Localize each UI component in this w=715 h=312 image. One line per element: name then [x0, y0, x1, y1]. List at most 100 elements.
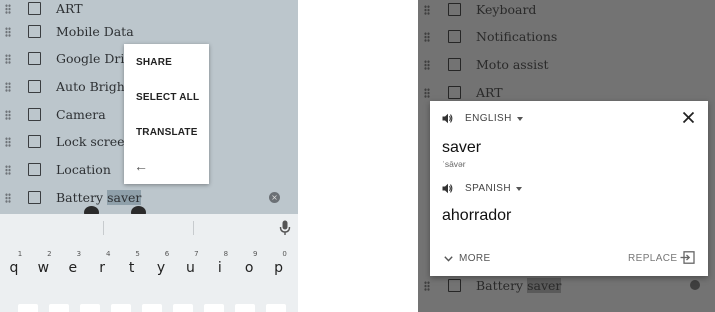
key-number-hint: 5: [135, 250, 140, 258]
list-item-label: ART: [476, 85, 503, 100]
chevron-down-icon: [515, 186, 522, 191]
key-q[interactable]: q: [4, 260, 24, 276]
key-u[interactable]: u: [180, 260, 200, 276]
suggestion-divider: [193, 221, 194, 235]
list-item[interactable]: Keyboard: [418, 0, 715, 23]
clear-icon[interactable]: [690, 280, 700, 290]
key-number-hint: 1: [17, 250, 23, 258]
key[interactable]: [173, 304, 193, 312]
source-language-selector[interactable]: ENGLISH: [442, 113, 523, 124]
list-item-battery-saver[interactable]: Battery saver: [418, 272, 715, 299]
translation-text: ahorrador: [442, 207, 512, 224]
replace-icon[interactable]: [680, 251, 695, 264]
drag-handle-icon[interactable]: [5, 165, 11, 175]
key-number-hint: 8: [223, 250, 229, 258]
drag-handle-icon[interactable]: [5, 82, 11, 92]
checkbox[interactable]: [28, 52, 41, 65]
list-item-label: Keyboard: [476, 2, 537, 17]
speaker-icon[interactable]: [442, 183, 453, 194]
list-item[interactable]: Notifications: [418, 23, 715, 50]
drag-handle-icon[interactable]: [424, 281, 430, 291]
list-item[interactable]: Moto assist: [418, 51, 715, 78]
selected-text[interactable]: saver: [107, 190, 142, 205]
key-w[interactable]: w: [33, 260, 53, 276]
key[interactable]: [18, 304, 38, 312]
text-selection-menu: SHARE SELECT ALL TRANSLATE ←: [124, 44, 209, 184]
drag-handle-icon[interactable]: [5, 27, 11, 37]
drag-handle-icon[interactable]: [424, 60, 430, 70]
drag-handle-icon[interactable]: [424, 32, 430, 42]
phonetic-text: ˈsāvər: [442, 159, 466, 169]
selected-text[interactable]: saver: [527, 278, 562, 293]
list-item[interactable]: Mobile Data: [0, 18, 298, 45]
key[interactable]: [235, 304, 255, 312]
drag-handle-icon[interactable]: [424, 5, 430, 15]
key-number-hint: 7: [194, 250, 199, 258]
key-number-hint: 3: [76, 250, 82, 258]
key[interactable]: [204, 304, 224, 312]
checkbox[interactable]: [28, 108, 41, 121]
drag-handle-icon[interactable]: [424, 88, 430, 98]
list-item-label: Lock screen: [56, 134, 133, 149]
key-e[interactable]: e: [63, 260, 83, 276]
list-item-battery-saver[interactable]: Battery saver: [0, 184, 298, 211]
key[interactable]: [111, 304, 131, 312]
drag-handle-icon[interactable]: [5, 54, 11, 64]
close-icon[interactable]: [682, 111, 695, 124]
more-label: MORE: [459, 253, 491, 264]
checkbox[interactable]: [448, 30, 461, 43]
key-number-hint: 4: [105, 250, 111, 258]
checkbox[interactable]: [28, 80, 41, 93]
key-p[interactable]: p: [269, 260, 289, 276]
target-language-label: SPANISH: [465, 183, 511, 194]
checkbox[interactable]: [28, 25, 41, 38]
list-item-label: Camera: [56, 107, 106, 122]
translate-card: ENGLISH saver ˈsāvər SPANISH ahorrador M…: [430, 101, 708, 276]
replace-button[interactable]: REPLACE: [628, 253, 678, 264]
list-item-label: Notifications: [476, 29, 558, 44]
left-screen: ART Mobile Data Google Drive Auto Brightn Ca…: [0, 0, 298, 312]
key-i[interactable]: i: [210, 260, 230, 276]
chevron-down-icon: [444, 255, 453, 262]
key[interactable]: [266, 304, 286, 312]
checkbox[interactable]: [28, 191, 41, 204]
key[interactable]: [80, 304, 100, 312]
key-number-hint: 2: [47, 250, 52, 258]
clear-icon[interactable]: ×: [269, 192, 280, 203]
list-item-label: ART: [56, 1, 83, 16]
menu-item-translate[interactable]: TRANSLATE: [136, 127, 198, 138]
drag-handle-icon[interactable]: [5, 110, 11, 120]
key-o[interactable]: o: [239, 260, 259, 276]
menu-item-select-all[interactable]: SELECT ALL: [136, 92, 199, 103]
battery-saver-label[interactable]: Battery saver: [56, 190, 142, 205]
key-r[interactable]: r: [92, 260, 112, 276]
drag-handle-icon[interactable]: [5, 137, 11, 147]
drag-handle-icon[interactable]: [5, 193, 11, 203]
target-language-selector[interactable]: SPANISH: [442, 183, 522, 194]
checkbox[interactable]: [448, 3, 461, 16]
checkbox[interactable]: [448, 86, 461, 99]
source-word: saver: [442, 139, 482, 156]
microphone-icon[interactable]: [279, 220, 291, 236]
checkbox[interactable]: [28, 135, 41, 148]
label-text: Battery: [56, 190, 108, 205]
menu-item-share[interactable]: SHARE: [136, 57, 172, 68]
arrow-left-icon[interactable]: ←: [134, 158, 148, 174]
source-language-label: ENGLISH: [465, 113, 512, 124]
checkbox[interactable]: [28, 2, 41, 15]
drag-handle-icon[interactable]: [5, 4, 11, 14]
label-text: Battery: [476, 278, 528, 293]
keyboard: q 1 w 2 e 3 r 4 t 5 y 6 u 7 i 8 o 9 p 0: [0, 214, 298, 312]
key-t[interactable]: t: [122, 260, 142, 276]
checkbox[interactable]: [28, 163, 41, 176]
more-button[interactable]: MORE: [444, 253, 491, 264]
battery-saver-label[interactable]: Battery saver: [476, 278, 562, 293]
speaker-icon[interactable]: [442, 113, 453, 124]
key[interactable]: [49, 304, 69, 312]
checkbox[interactable]: [448, 58, 461, 71]
chevron-down-icon: [516, 116, 523, 121]
key-y[interactable]: y: [151, 260, 171, 276]
list-item-label: Mobile Data: [56, 24, 134, 39]
checkbox[interactable]: [448, 279, 461, 292]
key[interactable]: [142, 304, 162, 312]
